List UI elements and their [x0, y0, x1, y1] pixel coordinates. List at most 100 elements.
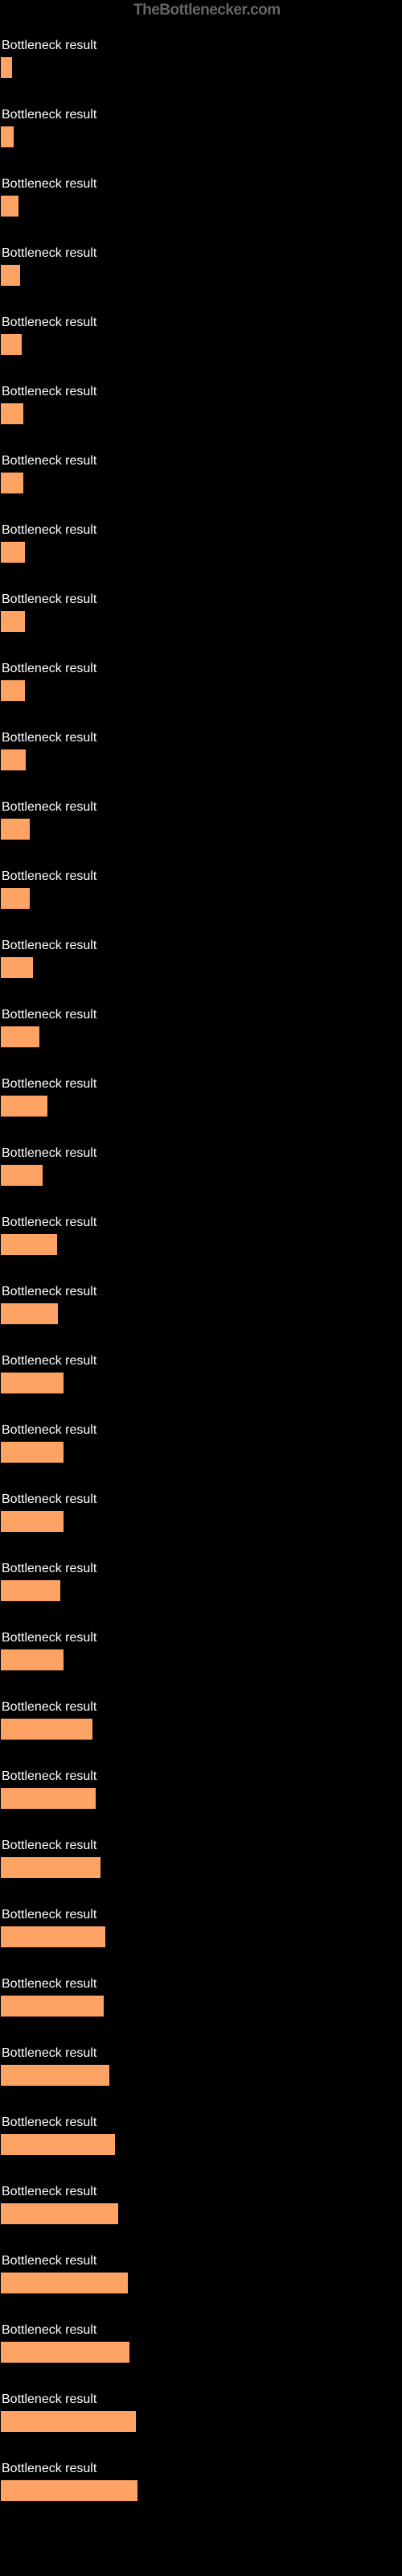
bar-row: Bottleneck result [0, 1824, 402, 1893]
bar [0, 402, 24, 425]
bar [0, 2479, 138, 2502]
bar [0, 2133, 116, 2156]
bar-row: Bottleneck result [0, 1409, 402, 1478]
bar-label: Bottleneck result [0, 2046, 402, 2061]
bar [0, 1233, 58, 1256]
bar-label: Bottleneck result [0, 1977, 402, 1992]
bar-label: Bottleneck result [0, 2185, 402, 2199]
bar-chart: Bottleneck result Bottleneck result Bottle… [0, 0, 402, 2516]
bar-label: Bottleneck result [0, 939, 402, 953]
bar-row: Bottleneck result [0, 647, 402, 716]
bar-label: Bottleneck result [0, 1631, 402, 1645]
bar-row: Bottleneck result [0, 716, 402, 786]
bar-row: Bottleneck result [0, 2032, 402, 2101]
bar [0, 541, 26, 564]
bar [0, 887, 31, 910]
bar [0, 1302, 59, 1325]
bar-row: Bottleneck result [0, 1270, 402, 1340]
bar-row: Bottleneck result [0, 1755, 402, 1824]
bar-label: Bottleneck result [0, 1908, 402, 1922]
bar [0, 956, 34, 979]
bar-label: Bottleneck result [0, 1562, 402, 1576]
bar-label: Bottleneck result [0, 316, 402, 330]
bar-label: Bottleneck result [0, 1354, 402, 1368]
bar-label: Bottleneck result [0, 869, 402, 884]
bar-row: Bottleneck result [0, 509, 402, 578]
bar [0, 1026, 40, 1048]
bar [0, 126, 14, 148]
bar-row: Bottleneck result [0, 1340, 402, 1409]
bar-label: Bottleneck result [0, 1700, 402, 1715]
bar-row: Bottleneck result [0, 1893, 402, 1963]
bar-row: Bottleneck result [0, 232, 402, 301]
bar-row: Bottleneck result [0, 2309, 402, 2378]
bar [0, 1856, 101, 1879]
bar [0, 1164, 43, 1187]
bar [0, 2202, 119, 2225]
bar [0, 2341, 130, 2363]
bar-label: Bottleneck result [0, 1839, 402, 1853]
bar-label: Bottleneck result [0, 1008, 402, 1022]
bar [0, 1995, 105, 2017]
bar [0, 610, 26, 633]
bar-label: Bottleneck result [0, 1077, 402, 1092]
bar-label: Bottleneck result [0, 108, 402, 122]
bar-label: Bottleneck result [0, 1216, 402, 1230]
bar-label: Bottleneck result [0, 385, 402, 399]
bar-row: Bottleneck result [0, 1478, 402, 1547]
bar-label: Bottleneck result [0, 731, 402, 745]
bar [0, 1926, 106, 1948]
bar [0, 818, 31, 840]
bar-row: Bottleneck result [0, 924, 402, 993]
bar-label: Bottleneck result [0, 2116, 402, 2130]
bar-label: Bottleneck result [0, 592, 402, 607]
bar [0, 1787, 96, 1810]
bar-row: Bottleneck result [0, 24, 402, 93]
bar-label: Bottleneck result [0, 2254, 402, 2268]
bar-label: Bottleneck result [0, 2462, 402, 2476]
bar [0, 1095, 48, 1117]
bar-label: Bottleneck result [0, 454, 402, 469]
bar-label: Bottleneck result [0, 1769, 402, 1784]
bar [0, 749, 27, 771]
bar-row: Bottleneck result [0, 301, 402, 370]
bar-label: Bottleneck result [0, 177, 402, 192]
bar-label: Bottleneck result [0, 1285, 402, 1299]
bar [0, 1441, 64, 1463]
bar [0, 2410, 137, 2433]
bar [0, 472, 24, 494]
bar-label: Bottleneck result [0, 1146, 402, 1161]
bar [0, 1579, 61, 1602]
bar-label: Bottleneck result [0, 523, 402, 538]
bar-row: Bottleneck result [0, 578, 402, 647]
bar-row: Bottleneck result [0, 2101, 402, 2170]
bar-row: Bottleneck result [0, 1201, 402, 1270]
bar-row: Bottleneck result [0, 1132, 402, 1201]
bar [0, 1510, 64, 1533]
bar [0, 2272, 129, 2294]
bar-row: Bottleneck result [0, 786, 402, 855]
bar-row: Bottleneck result [0, 2378, 402, 2447]
bar-row: Bottleneck result [0, 1963, 402, 2032]
bar-row: Bottleneck result [0, 855, 402, 924]
bar-label: Bottleneck result [0, 2323, 402, 2338]
bar-row: Bottleneck result [0, 2447, 402, 2516]
bar [0, 1649, 64, 1671]
bar [0, 679, 26, 702]
bar [0, 264, 21, 287]
bar-label: Bottleneck result [0, 662, 402, 676]
bar-row: Bottleneck result [0, 440, 402, 509]
bar [0, 2064, 110, 2087]
bar-row: Bottleneck result [0, 1686, 402, 1755]
bar-row: Bottleneck result [0, 1547, 402, 1616]
bar [0, 1372, 64, 1394]
bar-label: Bottleneck result [0, 1492, 402, 1507]
bar-label: Bottleneck result [0, 800, 402, 815]
bar-row: Bottleneck result [0, 93, 402, 163]
bar-row: Bottleneck result [0, 2240, 402, 2309]
bar-row: Bottleneck result [0, 2170, 402, 2240]
bar-row: Bottleneck result [0, 1063, 402, 1132]
bar [0, 56, 13, 79]
bar-label: Bottleneck result [0, 246, 402, 261]
bar [0, 1718, 93, 1740]
